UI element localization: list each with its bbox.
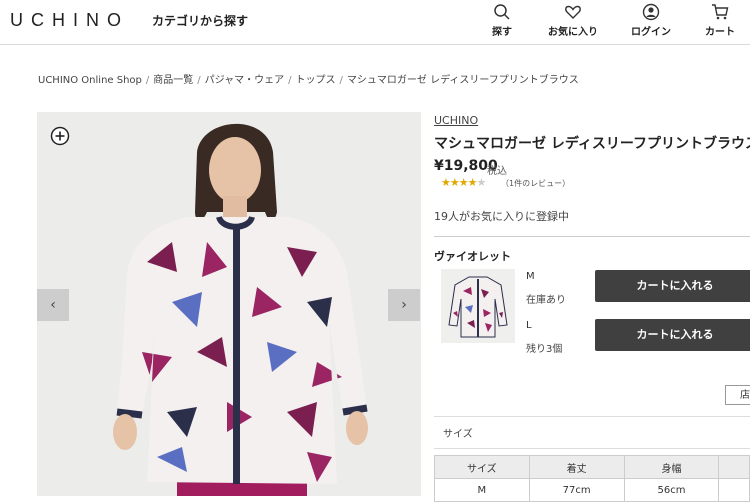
gallery-prev-button[interactable]: ‹	[37, 289, 69, 321]
nav-favorites[interactable]: お気に入り	[543, 3, 603, 38]
user-icon	[642, 3, 660, 21]
breadcrumb: UCHINO Online Shop / 商品一覧 / パジャマ・ウェア / トップス / マシ…	[38, 71, 579, 86]
divider	[434, 236, 750, 237]
nav-login[interactable]: ログイン	[621, 3, 681, 38]
breadcrumb-item[interactable]: パジャマ・ウェア	[205, 75, 285, 86]
breadcrumb-item[interactable]: トップス	[296, 75, 336, 86]
zoom-icon[interactable]	[50, 126, 70, 146]
size-table: サイズ 着丈 身幅 M 77cm 56cm	[434, 455, 750, 502]
size-table-header-cell: 身幅	[623, 455, 720, 479]
search-icon	[494, 4, 510, 20]
category-search-link[interactable]: カテゴリから探す	[152, 12, 248, 29]
nav-search-label: 探す	[492, 27, 512, 38]
store-stock-button[interactable]: 店	[725, 385, 750, 405]
product-title: マシュマロガーゼ レディスリーフプリントブラウス	[434, 136, 750, 152]
review-count-link[interactable]: （1件のレビュー）	[501, 178, 570, 189]
breadcrumb-separator: /	[145, 75, 150, 86]
nav-cart[interactable]: カート	[690, 3, 750, 38]
tax-label: 税込	[487, 166, 507, 177]
gallery-next-button[interactable]: ›	[388, 289, 420, 321]
site-logo[interactable]: UCHINO	[10, 10, 129, 31]
size-table-cell	[718, 478, 750, 502]
size-section-toggle[interactable]: サイズ	[434, 416, 750, 449]
nav-cart-label: カート	[705, 27, 735, 38]
size-table-cell: 56cm	[623, 478, 720, 502]
heart-icon	[565, 5, 581, 19]
star-empty-icon: ★	[476, 176, 486, 189]
variant-size-m: M	[526, 271, 535, 282]
site-header: UCHINO カテゴリから探す 探す お気に入り ログイン カート	[0, 0, 750, 45]
size-table-header-cell: サイズ	[434, 455, 530, 479]
model-photo	[37, 112, 421, 496]
variant-thumbnail-image	[441, 269, 515, 343]
brand-link[interactable]: UCHINO	[434, 114, 478, 127]
nav-favorites-label: お気に入り	[548, 27, 598, 38]
add-to-cart-button-m[interactable]: カートに入れる	[595, 270, 750, 302]
star-filled-icon: ★★★★	[441, 176, 477, 189]
favorites-count: 19人がお気に入りに登録中	[434, 210, 569, 223]
size-section-label: サイズ	[443, 429, 473, 440]
variant-thumbnail[interactable]	[441, 269, 515, 343]
nav-search[interactable]: 探す	[472, 3, 532, 38]
variant-size-l: L	[526, 320, 532, 331]
size-table-header: サイズ 着丈 身幅	[434, 455, 750, 479]
size-table-cell: 77cm	[528, 478, 625, 502]
breadcrumb-current: マシュマロガーゼ レディスリーフプリントブラウス	[346, 75, 579, 86]
cart-icon	[712, 4, 729, 20]
breadcrumb-separator: /	[288, 75, 292, 86]
size-table-cell: M	[434, 478, 530, 502]
table-row: M 77cm 56cm	[434, 478, 750, 502]
size-table-header-cell	[718, 455, 750, 479]
add-to-cart-button-l[interactable]: カートに入れる	[595, 319, 750, 351]
color-name: ヴァイオレット	[434, 250, 511, 263]
breadcrumb-item[interactable]: UCHINO Online Shop	[38, 75, 142, 86]
product-main-image	[37, 112, 421, 496]
rating-stars[interactable]: ★★★★★	[441, 176, 486, 189]
nav-login-label: ログイン	[631, 27, 671, 38]
breadcrumb-separator: /	[339, 75, 343, 86]
variant-stock-l: 残り3個	[526, 344, 563, 355]
variant-stock-m: 在庫あり	[526, 295, 566, 306]
breadcrumb-separator: /	[197, 75, 201, 86]
breadcrumb-item[interactable]: 商品一覧	[153, 75, 193, 86]
size-table-header-cell: 着丈	[528, 455, 625, 479]
